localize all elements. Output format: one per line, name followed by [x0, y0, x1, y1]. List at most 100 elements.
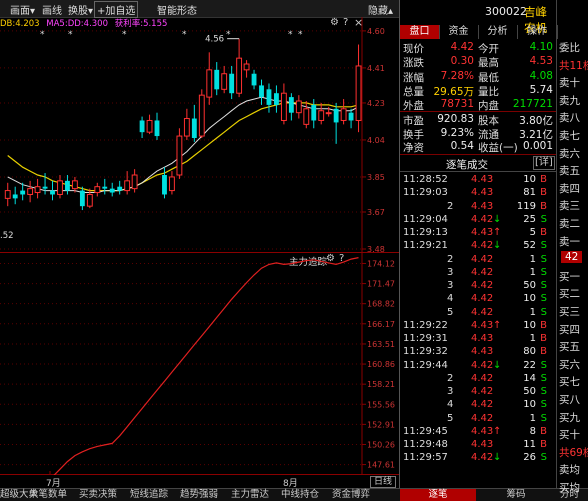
trade-price: 4.43: [471, 200, 494, 212]
indicator-panel: 主力追踪 ⚙ ? 174.12 171.47 168.82 166.17 163.51 1…: [0, 253, 399, 475]
candle-body: [86, 193, 93, 207]
orderbook-label: 卖一: [559, 235, 580, 248]
trade-time: 2: [447, 372, 454, 384]
trade-volume: 5: [529, 227, 536, 238]
candle-body: [251, 73, 257, 86]
quote-label: 今开: [478, 43, 499, 55]
orderbook-label: 买二: [559, 288, 580, 301]
trade-volume: 81: [523, 187, 536, 199]
tab-bigdeal[interactable]: 买卖决策: [79, 489, 117, 501]
candle-body: [229, 73, 235, 94]
candle-body: [79, 190, 85, 207]
quote-label: 量比: [478, 85, 499, 98]
orderbook-label: 卖八: [559, 112, 580, 125]
trade-price: 4.42: [471, 253, 494, 265]
orderbook-label: 买九: [559, 411, 580, 424]
kline-chart: 4.60 4.41 4.23 4.04 3.85 3.67 3.48 4.56 .52 * * * * *…: [0, 17, 399, 253]
candle-body: [303, 108, 310, 125]
trade-side: B: [540, 319, 547, 331]
trade-row: 11:29:48 4.43 11 B: [400, 439, 557, 452]
chevron-down-icon: ▾: [88, 6, 94, 17]
menu-change-stock[interactable]: 换股▾: [68, 2, 93, 17]
candle-body: [355, 65, 362, 121]
orderbook-label: 卖二: [559, 218, 580, 230]
indicator-y-tick-label: 150.26: [367, 440, 395, 449]
trades-title: 逐笔成交: [446, 159, 488, 171]
quote-label: 最低: [478, 71, 499, 84]
trade-row: 11:29:44 4.42 ↓ 22 S: [400, 360, 557, 373]
candle-body: [20, 190, 26, 195]
indicator-y-tick-label: 160.86: [367, 360, 395, 369]
candle-body: [318, 110, 325, 121]
quote-value: 0.30: [450, 55, 474, 68]
orderbook-label: 买均: [559, 482, 580, 494]
trade-volume: 52: [523, 240, 536, 252]
orderbook-label: 卖四: [559, 182, 580, 195]
trade-side: S: [540, 213, 547, 225]
candle-body: [198, 94, 205, 137]
order-book: 委比共11档卖十卖九卖八卖七卖六卖五卖四卖三卖二卖一 42 买一买二买三买四买五买六…: [556, 0, 588, 494]
tab-analysis[interactable]: 分析: [478, 25, 518, 39]
trade-arrow-icon: ↑: [493, 425, 502, 437]
menu-draw-screen[interactable]: 画面▾: [10, 2, 35, 17]
orderbook-label: 42: [561, 251, 583, 264]
tab-funds[interactable]: 资金: [439, 25, 479, 39]
candle-body: [183, 118, 190, 137]
quote-label: 现价: [403, 43, 424, 55]
tab-big-order[interactable]: 大笔数单: [29, 489, 67, 501]
trade-volume: 22: [523, 359, 536, 371]
quote-row: 涨幅 7.28% 最低 4.08: [400, 70, 557, 85]
trade-side: S: [540, 293, 547, 305]
menu-draw-line[interactable]: 画线: [42, 2, 62, 17]
quote-row: 总量 29.65万 量比 5.74: [400, 84, 557, 99]
quote-value: 29.65万: [433, 85, 474, 98]
trade-volume: 26: [523, 452, 536, 464]
trade-time: 11:29:57: [403, 452, 448, 464]
tab-mid-position[interactable]: 资金博弈: [332, 489, 370, 501]
tab-orderbook[interactable]: 盘口: [400, 25, 440, 39]
quote-row: 涨跌 0.30 最高 4.53: [400, 55, 557, 70]
tab-operate[interactable]: 操作: [517, 25, 558, 39]
period-selector[interactable]: 日线: [370, 476, 397, 488]
orderbook-label: 买八: [559, 394, 580, 406]
quote-row: 现价 4.42 今开 4.10: [400, 41, 557, 56]
trade-volume: 1: [529, 253, 536, 265]
candle-body: [27, 188, 34, 195]
trade-price: 4.42: [471, 359, 494, 371]
quote-label: 涨跌: [403, 57, 424, 70]
trade-side: B: [540, 187, 547, 199]
orderbook-label: 卖均: [559, 464, 580, 477]
tab-trades[interactable]: 逐笔: [400, 489, 476, 501]
trades-detail-button[interactable]: [详]: [533, 156, 555, 170]
trade-row: 4 4.42 10 S: [400, 293, 557, 306]
trade-price: 4.42: [471, 386, 494, 397]
trade-row: 11:29:45 4.43 ↑ 8 B: [400, 426, 557, 439]
candle-body: [4, 190, 11, 199]
quote-panel: 300022 吉峰农机 盘口 资金 分析 操作 现价 4.42 今开 4.10 涨跌 0.…: [399, 0, 558, 488]
trade-price: 4.43: [471, 187, 494, 199]
trade-volume: 119: [516, 200, 536, 212]
trade-row: 2 4.43 119 B: [400, 201, 557, 214]
trade-side: S: [540, 359, 547, 371]
high-mark-label: 4.56: [205, 35, 224, 45]
tab-trade-decision[interactable]: 短线追踪: [130, 489, 168, 501]
trade-side: B: [540, 200, 547, 212]
candle-body: [71, 180, 78, 190]
quote-value: 7.28%: [440, 69, 474, 82]
trade-row: 3 4.42 1 S: [400, 267, 557, 280]
orderbook-label: 买一: [559, 270, 580, 283]
kline-y-tick-label: 4.23: [367, 99, 385, 108]
menu-hide[interactable]: 隐藏▴: [368, 2, 393, 17]
tab-radar[interactable]: 中线持仓: [281, 489, 319, 501]
kline-y-tick-label: 4.41: [367, 64, 385, 73]
menu-smart-pattern[interactable]: 智能形态: [157, 2, 197, 17]
tab-trend[interactable]: 主力雷达: [231, 489, 269, 501]
trade-time: 11:29:32: [403, 346, 448, 358]
tab-chips[interactable]: 筹码: [478, 489, 554, 501]
tab-short-track[interactable]: 趋势强弱: [180, 489, 218, 501]
trade-price: 4.42: [471, 213, 494, 225]
chevron-up-icon: ▴: [388, 6, 394, 17]
trade-time: 11:29:03: [403, 187, 448, 199]
add-favorite-button[interactable]: +加自选: [94, 1, 139, 18]
candle-body: [191, 118, 197, 138]
